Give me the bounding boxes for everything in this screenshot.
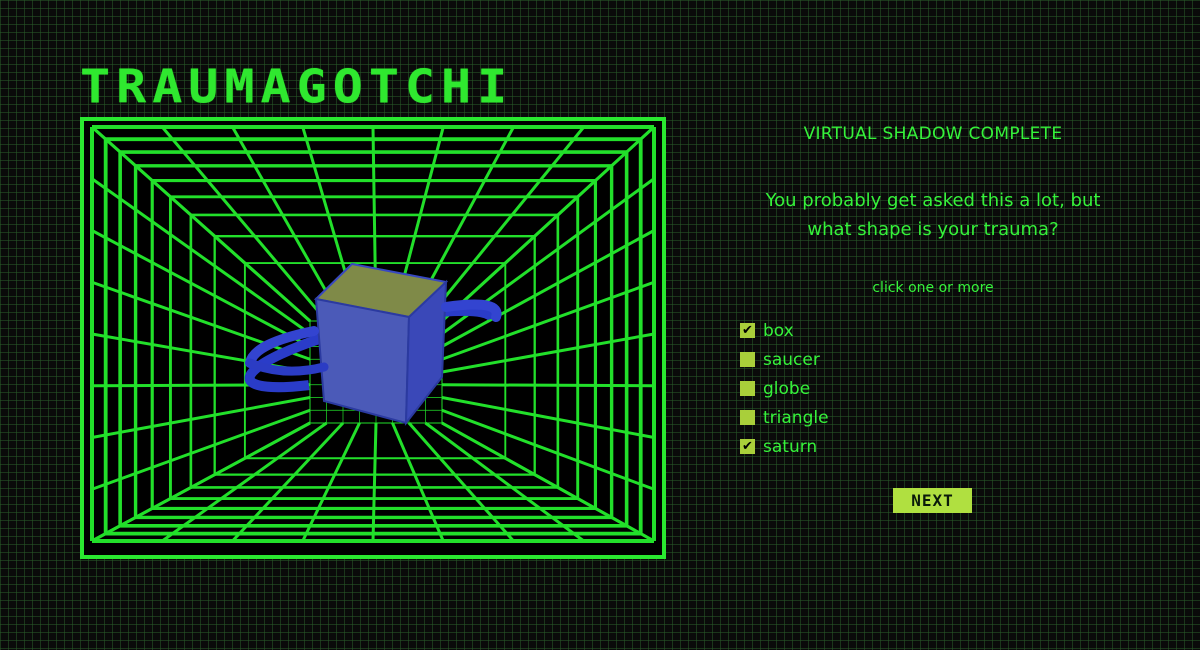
game-screen: TRAUMAGOTCHI VIRTUAL SHADOW COMPLETE You… xyxy=(0,0,1200,650)
tunnel-line xyxy=(441,383,655,388)
option-saturn[interactable]: ✔ saturn xyxy=(740,432,829,461)
option-triangle[interactable]: triangle xyxy=(740,403,829,432)
option-label: saturn xyxy=(763,436,818,457)
option-label: saucer xyxy=(763,349,820,370)
option-box[interactable]: ✔ box xyxy=(740,316,829,345)
option-saucer[interactable]: saucer xyxy=(740,345,829,374)
checkbox-triangle[interactable] xyxy=(740,410,755,425)
game-logo: TRAUMAGOTCHI xyxy=(80,60,514,114)
next-button[interactable]: NEXT xyxy=(893,488,972,513)
wireframe-tunnel xyxy=(84,121,662,555)
checkbox-box[interactable]: ✔ xyxy=(740,323,755,338)
option-label: globe xyxy=(763,378,811,399)
option-label: box xyxy=(763,320,794,341)
shape-viewport xyxy=(80,117,666,559)
question-line-2: what shape is your trauma? xyxy=(807,219,1059,240)
checkbox-saucer[interactable] xyxy=(740,352,755,367)
checkmark-icon: ✔ xyxy=(742,439,753,454)
option-label: triangle xyxy=(763,407,829,428)
shape-options: ✔ box saucer globe triangle ✔ saturn xyxy=(740,316,829,461)
checkmark-icon: ✔ xyxy=(742,323,753,338)
option-globe[interactable]: globe xyxy=(740,374,829,403)
question-panel: VIRTUAL SHADOW COMPLETE You probably get… xyxy=(700,120,1166,513)
question-line-1: You probably get asked this a lot, but xyxy=(765,190,1101,211)
question-text: You probably get asked this a lot, but w… xyxy=(700,186,1166,244)
checkbox-globe[interactable] xyxy=(740,381,755,396)
selection-hint: click one or more xyxy=(872,280,994,296)
checkbox-saturn[interactable]: ✔ xyxy=(740,439,755,454)
status-heading: VIRTUAL SHADOW COMPLETE xyxy=(803,124,1063,144)
